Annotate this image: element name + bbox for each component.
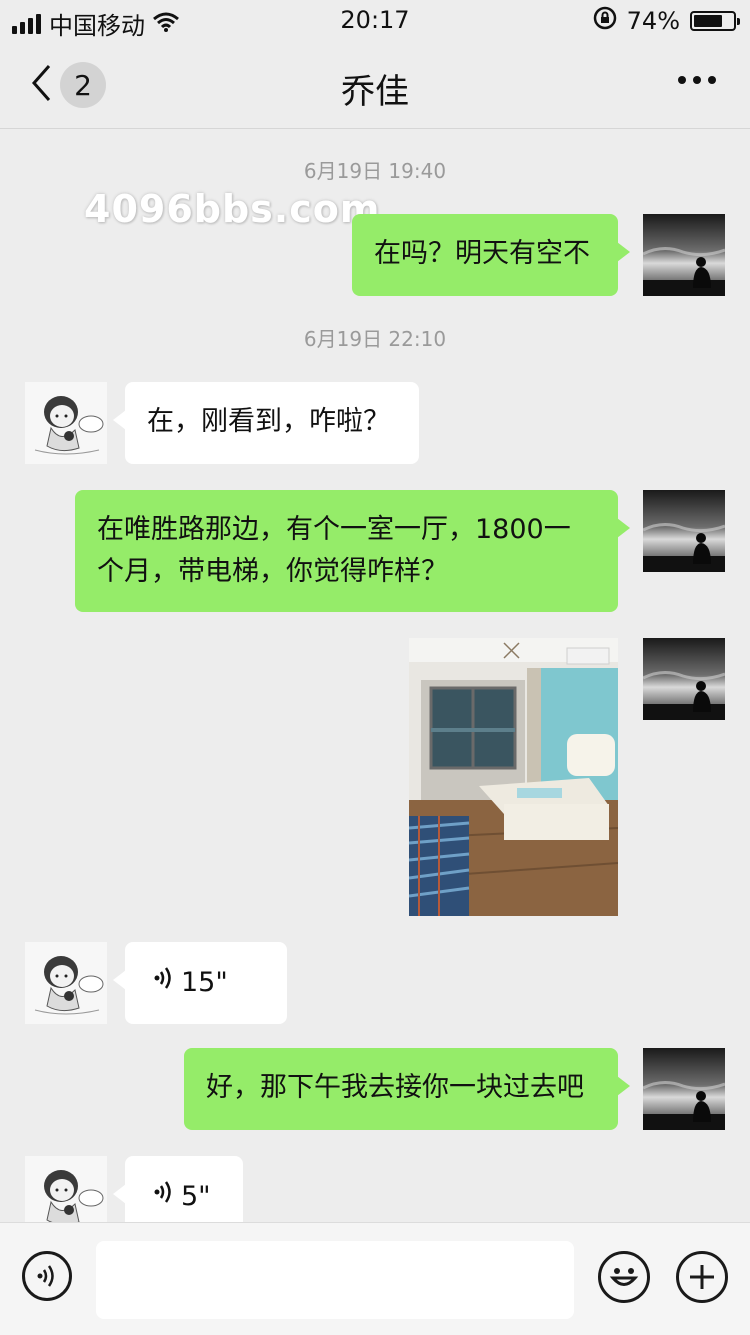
- message-input[interactable]: [96, 1241, 574, 1319]
- emoji-icon[interactable]: [598, 1251, 650, 1303]
- battery-icon: [690, 11, 740, 31]
- message-text: 在，刚看到，咋啦？: [147, 406, 390, 437]
- message-text-line: 在唯胜路那边，有个一室一厅，1800一: [97, 514, 571, 545]
- more-dots-icon[interactable]: [678, 76, 716, 84]
- voice-duration: 15": [181, 967, 228, 998]
- status-bar: 中国移动 20:17 74%: [0, 0, 750, 40]
- self-avatar[interactable]: [643, 638, 725, 720]
- message-text: 在吗？明天有空不: [374, 238, 590, 269]
- voice-wave-icon: [153, 962, 175, 1004]
- input-bar: [0, 1222, 750, 1335]
- contact-avatar-image: [25, 1156, 107, 1222]
- status-right: 74%: [593, 6, 740, 36]
- self-avatar-image: [643, 214, 725, 296]
- voice-duration: 5": [181, 1181, 211, 1212]
- rotation-lock-icon: [593, 6, 617, 36]
- chat-header: 2 乔佳: [0, 40, 750, 129]
- contact-avatar-image: [25, 382, 107, 464]
- sent-message[interactable]: 在唯胜路那边，有个一室一厅，1800一 个月，带电梯，你觉得咋样？: [75, 490, 630, 612]
- bedroom-photo[interactable]: [409, 638, 618, 916]
- voice-wave-icon: [153, 1176, 175, 1218]
- message-text: 好，那下午我去接你一块过去吧: [206, 1072, 584, 1103]
- message-text-line: 个月，带电梯，你觉得咋样？: [97, 556, 448, 587]
- self-avatar[interactable]: [643, 214, 725, 296]
- contact-avatar[interactable]: [25, 942, 107, 1024]
- contact-avatar[interactable]: [25, 382, 107, 464]
- message-list[interactable]: 6月19日 19:40 4096bbs.com 在吗？明天有空不 6月19日 2…: [0, 129, 750, 1222]
- self-avatar-image: [643, 490, 725, 572]
- watermark: 4096bbs.com: [84, 187, 381, 231]
- battery-percent: 74%: [626, 7, 680, 35]
- self-avatar-image: [643, 1048, 725, 1130]
- voice-message[interactable]: 15": [113, 942, 287, 1024]
- timestamp: 6月19日 22:10: [303, 327, 447, 351]
- contact-avatar-image: [25, 942, 107, 1024]
- self-avatar-image: [643, 638, 725, 720]
- timestamp: 6月19日 19:40: [303, 159, 447, 183]
- sent-message[interactable]: 在吗？明天有空不: [352, 214, 630, 296]
- contact-name: 乔佳: [341, 72, 409, 112]
- self-avatar[interactable]: [643, 490, 725, 572]
- voice-input-icon[interactable]: [22, 1251, 72, 1301]
- received-message[interactable]: 在，刚看到，咋啦？: [113, 382, 419, 464]
- contact-avatar[interactable]: [25, 1156, 107, 1222]
- plus-icon[interactable]: [676, 1251, 728, 1303]
- voice-message[interactable]: 5": [113, 1156, 243, 1222]
- self-avatar[interactable]: [643, 1048, 725, 1130]
- sent-message[interactable]: 好，那下午我去接你一块过去吧: [184, 1048, 630, 1130]
